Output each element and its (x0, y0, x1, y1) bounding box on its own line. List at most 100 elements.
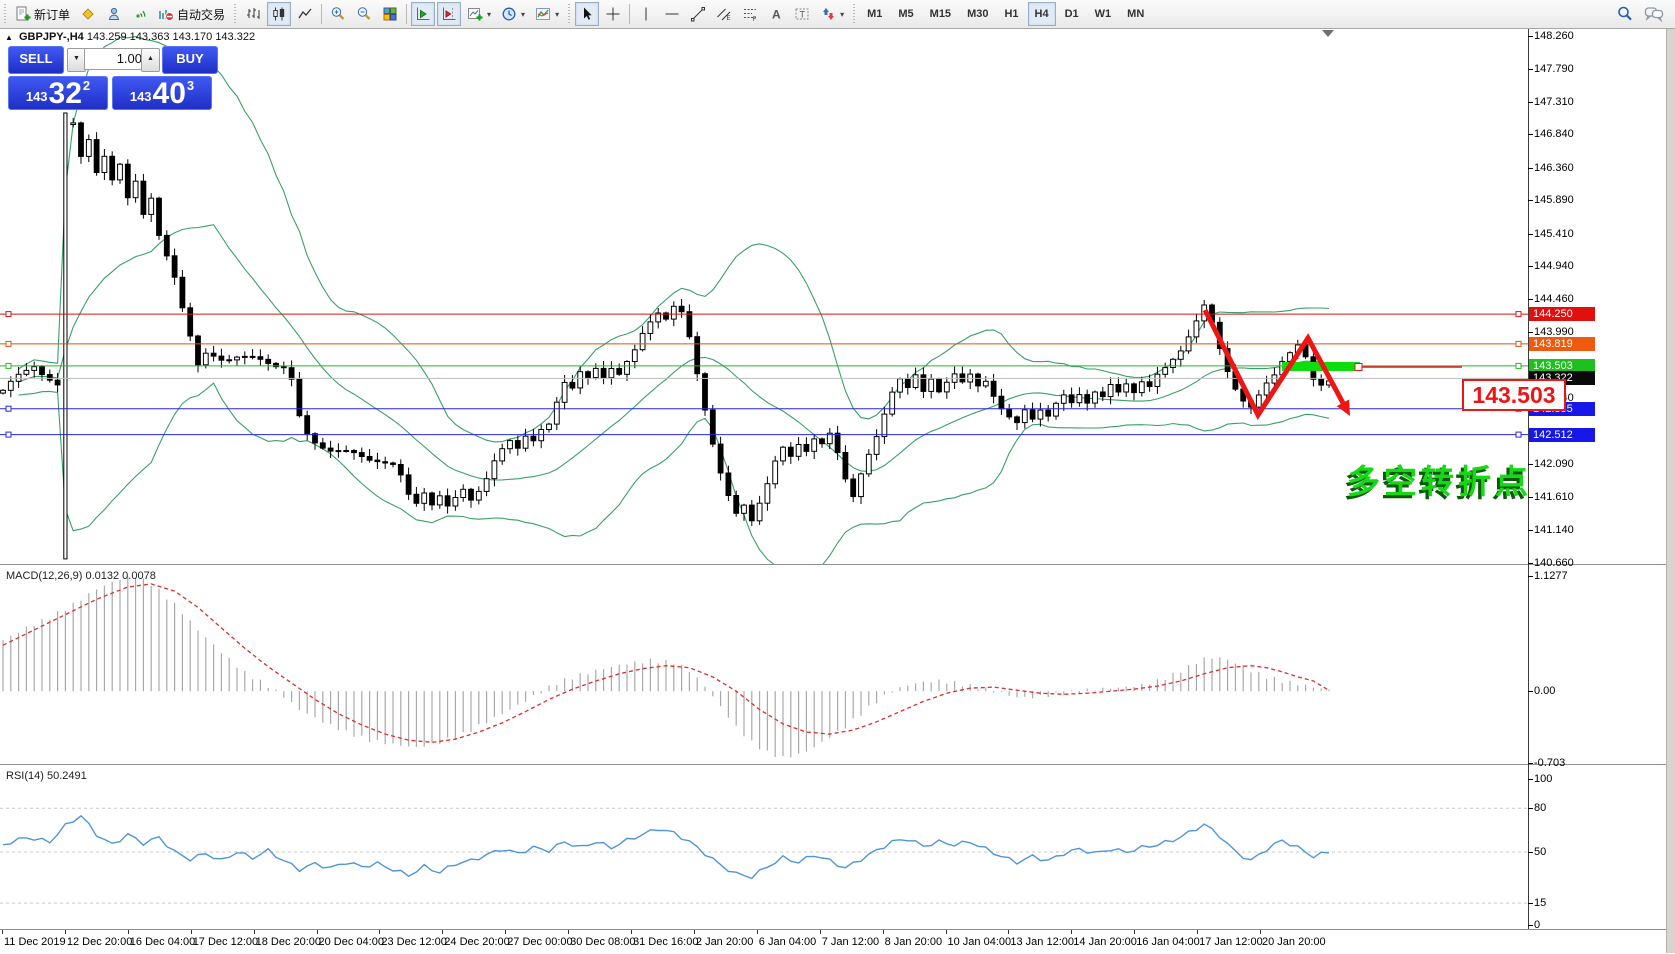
toolbar-separator (321, 4, 323, 24)
fibonacci-tool-button[interactable]: F (738, 2, 762, 26)
y-axis-tick (1528, 563, 1533, 564)
text-tool-button[interactable]: A (764, 2, 788, 26)
equidistant-channel-tool-button[interactable]: E (712, 2, 736, 26)
metaeditor-button[interactable] (76, 2, 100, 26)
crosshair-icon (606, 7, 620, 21)
line-chart-icon (298, 8, 312, 19)
macd-axis-label: 1.1277 (1534, 570, 1568, 582)
toolbar-grip[interactable] (232, 4, 239, 24)
time-axis[interactable]: 11 Dec 2019 12 Dec 20:00 16 Dec 04:00 17 De… (0, 929, 1675, 954)
y-axis-label: 146.360 (1534, 162, 1574, 174)
new-chart-icon (468, 8, 483, 21)
chart-window[interactable]: 11 Dec 2019 12 Dec 20:00 16 Dec 04:00 17 De… (0, 28, 1675, 954)
bar-chart-type-button[interactable] (241, 2, 265, 26)
time-axis-label: 17 Jan 12:00 (1199, 936, 1263, 948)
chart-shift-button[interactable] (437, 2, 462, 26)
new-order-icon (16, 6, 31, 21)
buy-button[interactable]: BUY (162, 46, 218, 74)
candle-chart-type-button[interactable] (267, 2, 292, 26)
chart-shift-marker-icon[interactable] (1322, 30, 1334, 37)
vertical-line-tool-button[interactable] (634, 2, 658, 26)
signals-button[interactable] (128, 2, 152, 26)
zoom-out-button[interactable] (352, 2, 376, 26)
svg-text:E: E (727, 16, 731, 22)
rsi-pane[interactable] (0, 766, 1675, 929)
time-axis-label: 16 Jan 04:00 (1136, 936, 1200, 948)
timeframe-H4[interactable]: H4 (1027, 2, 1056, 26)
profiles-dropdown-button[interactable]: ▾ (497, 2, 529, 26)
buy-price-display[interactable]: 143 40 3 (112, 76, 212, 110)
y-axis-tick (1528, 234, 1533, 235)
signal-icon (136, 10, 146, 18)
time-axis-label: 7 Jan 12:00 (821, 936, 880, 948)
arrows-dropdown-button[interactable]: ▾ (816, 2, 848, 26)
new-chart-dropdown-button[interactable]: ▾ (463, 2, 495, 26)
toolbar-grip[interactable] (2, 4, 8, 24)
price-callout-box: 143.503 (1462, 379, 1566, 411)
chevron-down-icon: ▾ (840, 9, 845, 19)
chevron-down-icon: ▾ (521, 9, 526, 19)
person-icon (108, 7, 120, 20)
svg-text:A: A (772, 8, 781, 22)
crosshair-tool-button[interactable] (601, 2, 625, 26)
sell-price-display[interactable]: 143 32 2 (8, 76, 108, 110)
chevron-down-icon: ▾ (487, 9, 492, 19)
tile-windows-button[interactable] (378, 2, 402, 26)
clock-icon (502, 7, 516, 21)
time-axis-tick (316, 930, 318, 934)
autotrading-button[interactable]: 自动交易 (154, 2, 229, 26)
timeframe-W1[interactable]: W1 (1088, 2, 1119, 26)
buy-price-pips: 40 (152, 77, 186, 110)
volume-increase-button[interactable]: ▲ (141, 48, 160, 72)
time-axis-tick (819, 930, 821, 934)
toolbar-grip[interactable] (851, 4, 858, 24)
autotrading-label: 自动交易 (177, 7, 226, 22)
y-axis-label: 141.610 (1534, 491, 1574, 503)
volume-input[interactable]: 1.00 (84, 48, 149, 70)
time-axis-label: 13 Jan 12:00 (1010, 936, 1075, 948)
macd-axis-label: -0.703 (1534, 757, 1566, 769)
time-axis-tick (1197, 930, 1199, 934)
search-button[interactable] (1612, 2, 1638, 26)
time-axis-label: 18 Dec 20:00 (255, 936, 322, 948)
text-label-tool-button[interactable]: T (790, 2, 814, 26)
y-axis-label: 141.140 (1534, 524, 1574, 536)
timeframe-M5[interactable]: M5 (891, 2, 920, 26)
timeframe-D1[interactable]: D1 (1058, 2, 1086, 26)
trendline-icon (691, 7, 706, 22)
time-axis-label: 2 Jan 20:00 (695, 936, 754, 948)
chat-button[interactable] (1640, 2, 1668, 26)
cursor-tool-button[interactable] (575, 2, 600, 26)
price-tag-144.250: 144.250 (1529, 307, 1595, 321)
indicators-dropdown-button[interactable]: ▾ (531, 2, 563, 26)
timeframe-M30[interactable]: M30 (960, 2, 995, 26)
channel-icon: E (717, 8, 731, 22)
time-axis-label: 20 Jan 20:00 (1262, 936, 1326, 948)
market-button[interactable] (102, 2, 126, 26)
time-axis-tick (1008, 930, 1010, 934)
time-axis-label: 11 Dec 2019 (4, 936, 66, 948)
toolbar-grip[interactable] (566, 4, 573, 24)
new-order-button[interactable]: 新订单 (11, 2, 74, 26)
timeframe-H1[interactable]: H1 (997, 2, 1025, 26)
y-axis-tick (1528, 299, 1533, 300)
trendline-tool-button[interactable] (686, 2, 710, 26)
turning-point-note: 多空转折点 (1347, 463, 1532, 500)
timeframe-M15[interactable]: M15 (923, 2, 958, 26)
one-click-trading-panel: SELL ▼ 1.00 ▲ BUY 143 32 2 143 40 3 (8, 46, 218, 110)
sell-button[interactable]: SELL (8, 46, 64, 74)
time-axis-label: 16 Dec 04:00 (129, 936, 196, 948)
y-axis-tick (1528, 266, 1533, 267)
macd-pane[interactable] (0, 566, 1675, 766)
auto-scroll-button[interactable] (411, 2, 436, 26)
timeframe-MN[interactable]: MN (1120, 2, 1151, 26)
collapse-panel-arrow-icon[interactable]: ▲ (5, 33, 13, 42)
zoom-in-button[interactable] (326, 2, 350, 26)
line-chart-type-button[interactable] (293, 2, 317, 26)
y-axis-label: 146.840 (1534, 128, 1574, 140)
gem-icon (82, 8, 94, 20)
cursor-icon (584, 7, 592, 20)
timeframe-M1[interactable]: M1 (860, 2, 889, 26)
indicators-icon (536, 8, 551, 20)
horizontal-line-tool-button[interactable] (660, 2, 684, 26)
